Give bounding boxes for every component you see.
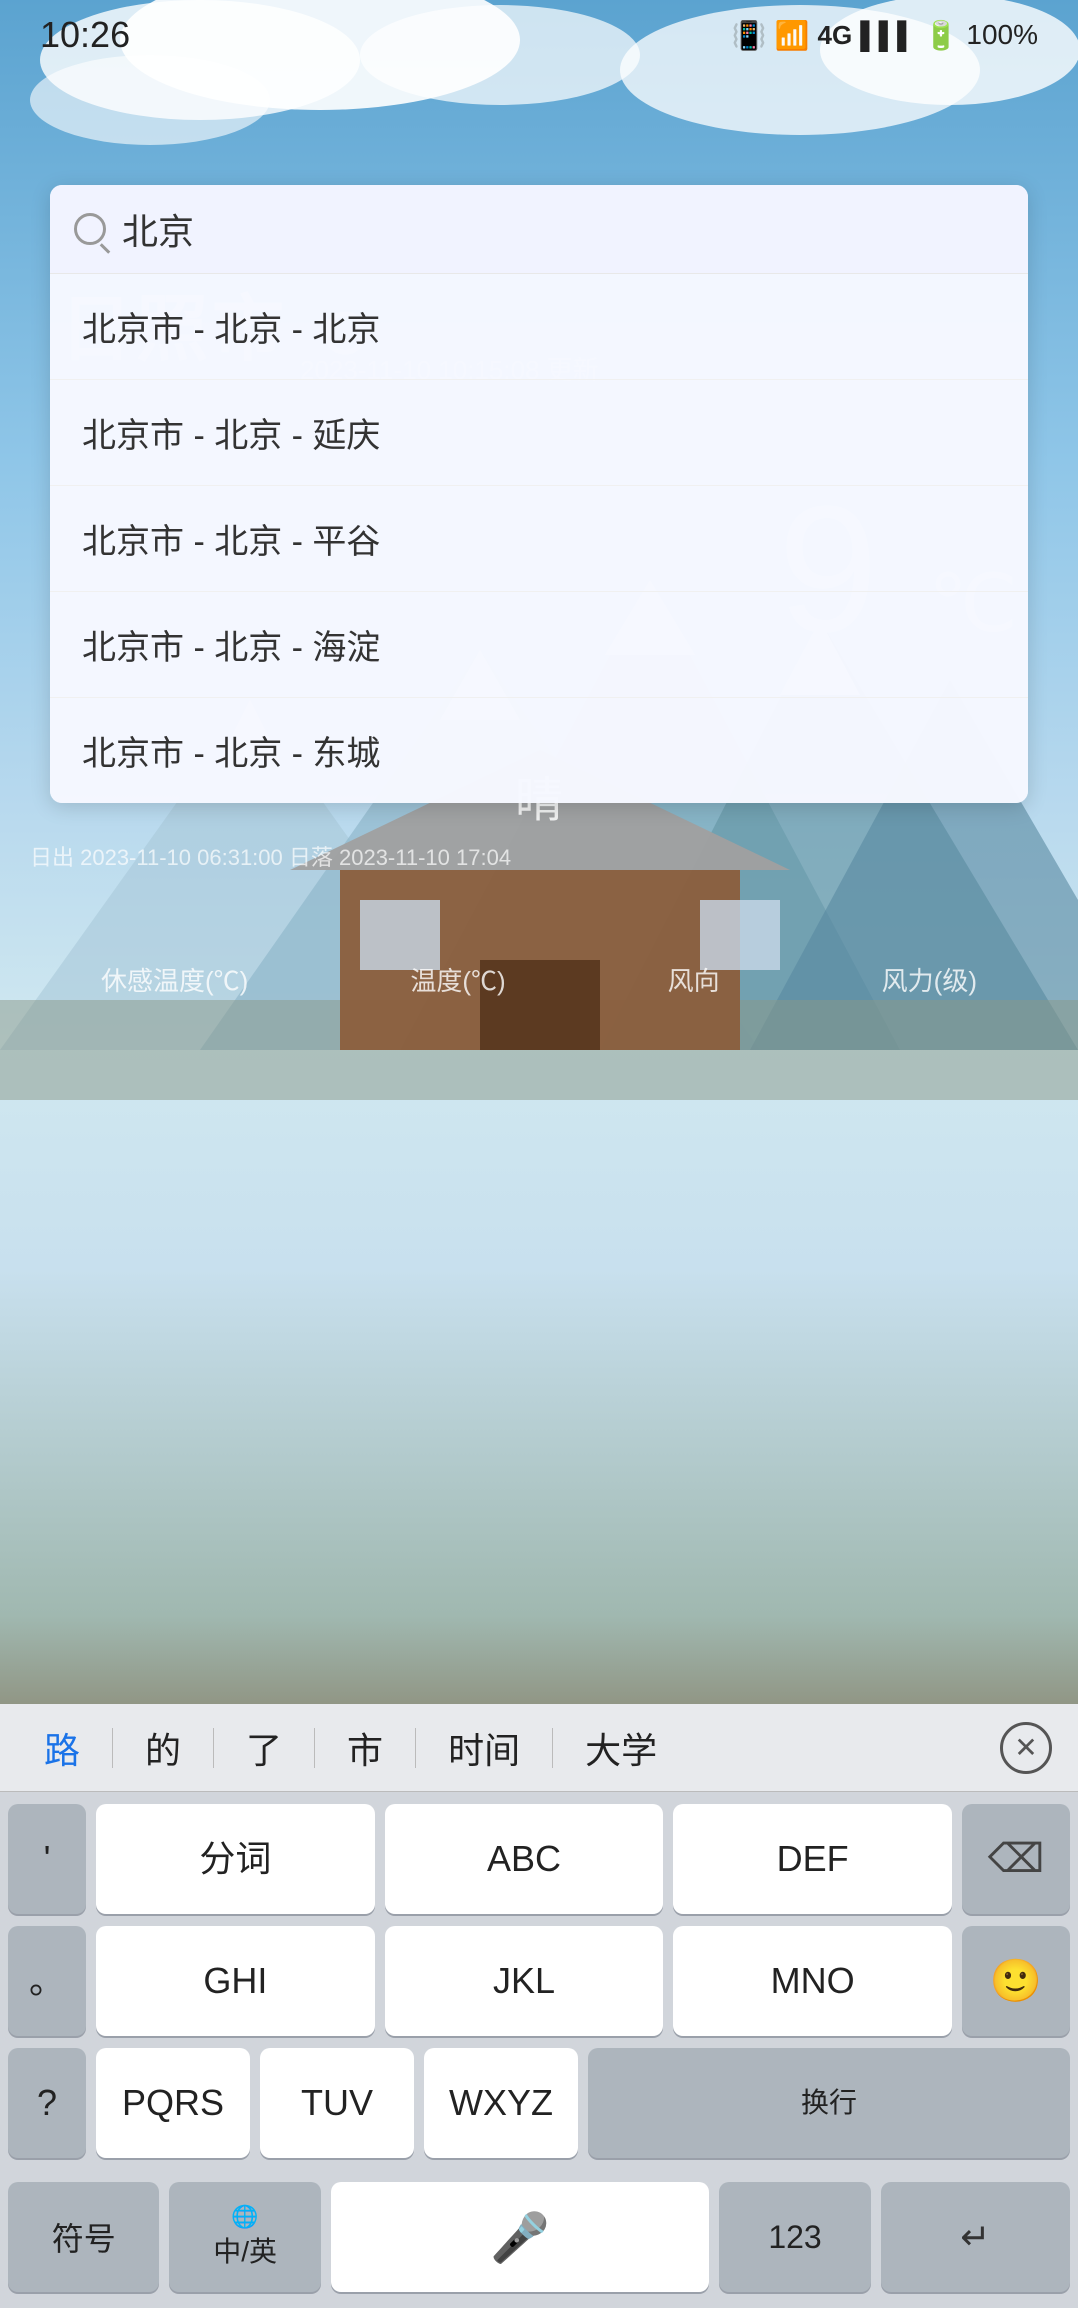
key-PQRS[interactable]: PQRS	[96, 2048, 250, 2158]
key-123[interactable]: 123	[719, 2182, 870, 2292]
suggestion-delete-button[interactable]: ✕	[990, 1712, 1062, 1784]
suggestion-divider-1	[213, 1728, 214, 1768]
status-icons: 📳 📶 4G ▌▌▌ 🔋 100%	[732, 19, 1038, 52]
main-keys-row3: PQRS TUV WXYZ	[96, 2048, 578, 2158]
battery-icon: 🔋	[924, 19, 959, 52]
key-JKL[interactable]: JKL	[385, 1926, 664, 2036]
weather-sunrise-sunset: 日出 2023-11-10 06:31:00 日落 2023-11-10 17:…	[30, 840, 511, 872]
search-icon	[74, 213, 106, 245]
left-col-3: ?	[8, 2048, 86, 2158]
suggestion-3[interactable]: 市	[319, 1712, 411, 1784]
key-emoji[interactable]: 🙂	[962, 1926, 1070, 2036]
key-enter[interactable]: ↵	[881, 2182, 1070, 2292]
dropdown-item-1[interactable]: 北京市 - 北京 - 延庆	[50, 380, 1028, 486]
key-period[interactable]: 。	[8, 1926, 86, 2036]
left-col: '	[8, 1804, 86, 1914]
suggestion-divider-2	[314, 1728, 315, 1768]
vibrate-icon: 📳	[732, 19, 767, 52]
key-GHI[interactable]: GHI	[96, 1926, 375, 2036]
status-time: 10:26	[40, 14, 130, 56]
key-zhongEn[interactable]: 🌐 中/英	[169, 2182, 320, 2292]
keyboard-row-1: ' 分词 ABC DEF ⌫	[8, 1804, 1070, 1914]
key-apostrophe[interactable]: '	[8, 1804, 86, 1914]
main-keys-row2: GHI JKL MNO	[96, 1926, 952, 2036]
status-bar: 10:26 📳 📶 4G ▌▌▌ 🔋 100%	[0, 0, 1078, 70]
backspace-icon: ⌫	[988, 1836, 1045, 1882]
suggestion-divider-3	[415, 1728, 416, 1768]
signal-bars: ▌▌▌	[860, 20, 915, 51]
key-fuHao[interactable]: 符号	[8, 2182, 159, 2292]
main-keys-row1: 分词 ABC DEF	[96, 1804, 952, 1914]
keyboard-row-2: 。 GHI JKL MNO 🙂	[8, 1926, 1070, 2036]
search-bar[interactable]: 北京	[50, 185, 1028, 274]
key-huanHang-right[interactable]: 换行	[588, 2048, 1070, 2158]
battery-percent: 100%	[966, 19, 1038, 51]
key-space[interactable]: 🎤	[331, 2182, 710, 2292]
search-dropdown: 北京 北京市 - 北京 - 北京 北京市 - 北京 - 延庆 北京市 - 北京 …	[50, 185, 1028, 803]
wifi-icon: 📶	[775, 19, 810, 52]
key-TUV[interactable]: TUV	[260, 2048, 414, 2158]
keyboard-container: 路 的 了 市 时间 大学 ✕ ' 分词	[0, 1704, 1078, 2308]
word-suggestions-bar: 路 的 了 市 时间 大学 ✕	[0, 1704, 1078, 1792]
key-MNO[interactable]: MNO	[673, 1926, 952, 2036]
weather-footer-feels-like: 休感温度(℃)	[101, 961, 248, 998]
signal-icon: 4G	[818, 20, 853, 51]
delete-circle-icon: ✕	[1000, 1722, 1052, 1774]
keyboard-bottom-row: 符号 🌐 中/英 🎤 123 ↵	[0, 2182, 1078, 2308]
weather-footer: 休感温度(℃) 温度(℃) 风向 风力(级)	[0, 961, 1078, 998]
weather-footer-wind-level: 风力(级)	[882, 961, 977, 998]
enter-icon: ↵	[960, 2216, 990, 2258]
dropdown-item-3[interactable]: 北京市 - 北京 - 海淀	[50, 592, 1028, 698]
keyboard-main: ' 分词 ABC DEF ⌫	[0, 1792, 1078, 2182]
mic-icon: 🎤	[490, 2209, 550, 2266]
keyboard-row-3: ? PQRS TUV WXYZ 换行	[8, 2048, 1070, 2158]
suggestion-0[interactable]: 路	[16, 1712, 108, 1784]
key-backspace[interactable]: ⌫	[962, 1804, 1070, 1914]
dropdown-item-0[interactable]: 北京市 - 北京 - 北京	[50, 274, 1028, 380]
key-WXYZ[interactable]: WXYZ	[424, 2048, 578, 2158]
key-ABC[interactable]: ABC	[385, 1804, 664, 1914]
search-input-value[interactable]: 北京	[122, 203, 194, 255]
key-fenCI[interactable]: 分词	[96, 1804, 375, 1914]
emoji-icon: 🙂	[990, 1957, 1042, 2006]
dropdown-item-4[interactable]: 北京市 - 北京 - 东城	[50, 698, 1028, 803]
globe-icon: 🌐	[231, 2204, 258, 2230]
key-question[interactable]: ?	[8, 2048, 86, 2158]
suggestion-4[interactable]: 时间	[420, 1712, 548, 1784]
suggestion-divider-4	[552, 1728, 553, 1768]
key-DEF[interactable]: DEF	[673, 1804, 952, 1914]
suggestion-divider-0	[112, 1728, 113, 1768]
weather-footer-temp: 温度(℃)	[410, 961, 505, 998]
weather-footer-wind-dir: 风向	[668, 961, 720, 998]
suggestion-5[interactable]: 大学	[557, 1712, 685, 1784]
left-col-2: 。	[8, 1926, 86, 2036]
suggestion-2[interactable]: 了	[218, 1712, 310, 1784]
suggestion-1[interactable]: 的	[117, 1712, 209, 1784]
dropdown-item-2[interactable]: 北京市 - 北京 - 平谷	[50, 486, 1028, 592]
